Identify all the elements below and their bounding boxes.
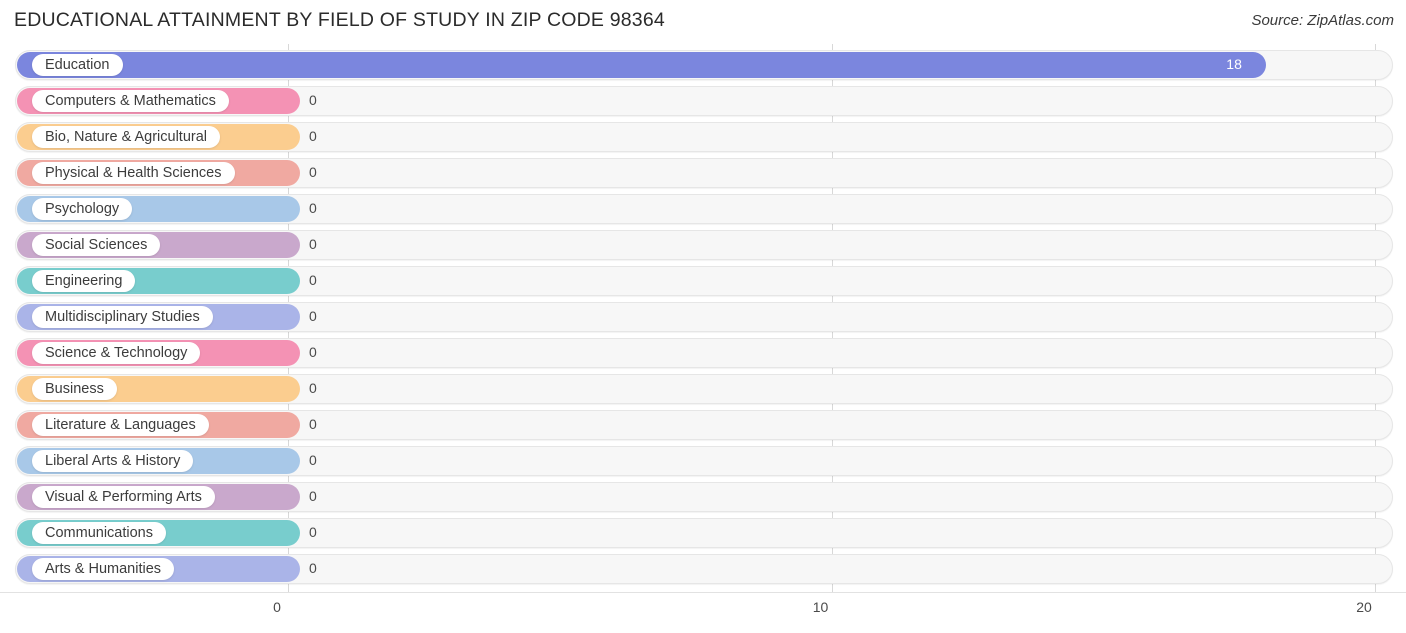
category-label: Physical & Health Sciences [32,162,235,184]
category-label: Liberal Arts & History [32,450,194,472]
chart-row: Education 18 [0,50,1406,80]
category-label: Computers & Mathematics [32,90,229,112]
x-axis: 0 10 20 [0,592,1406,633]
chart-row: Science & Technology 0 [0,338,1406,368]
bar-value-label: 0 [309,488,317,504]
category-label: Literature & Languages [32,414,209,436]
bar-value-label: 0 [309,164,317,180]
x-tick-label: 0 [273,599,281,615]
category-label: Engineering [32,270,136,292]
chart-row: Multidisciplinary Studies 0 [0,302,1406,332]
bar-value-label: 0 [309,128,317,144]
chart-header: EDUCATIONAL ATTAINMENT BY FIELD OF STUDY… [0,0,1406,42]
bar-value-label: 0 [309,416,317,432]
bar-value-label: 0 [309,272,317,288]
bar-value-label: 0 [309,380,317,396]
category-label: Education [32,54,123,76]
bar-value-label: 0 [309,92,317,108]
bar-value-label: 0 [309,560,317,576]
bar-value-label: 0 [309,452,317,468]
chart-row: Literature & Languages 0 [0,410,1406,440]
page-title: EDUCATIONAL ATTAINMENT BY FIELD OF STUDY… [14,9,665,31]
chart-row: Arts & Humanities 0 [0,554,1406,584]
chart-row: Engineering 0 [0,266,1406,296]
chart-row: Communications 0 [0,518,1406,548]
x-tick-label: 20 [1356,599,1372,615]
chart-row: Bio, Nature & Agricultural 0 [0,122,1406,152]
chart-row: Liberal Arts & History 0 [0,446,1406,476]
category-label: Arts & Humanities [32,558,175,580]
bar-value-label: 0 [309,308,317,324]
category-label: Psychology [32,198,133,220]
chart-row: Computers & Mathematics 0 [0,86,1406,116]
category-label: Science & Technology [32,342,201,364]
chart-row: Physical & Health Sciences 0 [0,158,1406,188]
chart-plot-area: Education 18 Computers & Mathematics 0 Bio, … [0,44,1406,592]
bar-value-label: 0 [309,524,317,540]
category-label: Communications [32,522,166,544]
chart-row: Social Sciences 0 [0,230,1406,260]
chart-row: Visual & Performing Arts 0 [0,482,1406,512]
chart-row: Business 0 [0,374,1406,404]
value-bar [17,52,1267,78]
category-label: Business [32,378,117,400]
bar-value-label: 0 [309,200,317,216]
bar-value-label: 0 [309,344,317,360]
bar-value-label: 18 [1226,56,1242,72]
category-label: Bio, Nature & Agricultural [32,126,220,148]
source-attribution: Source: ZipAtlas.com [1251,12,1394,29]
category-label: Social Sciences [32,234,161,256]
category-label: Visual & Performing Arts [32,486,215,508]
bar-value-label: 0 [309,236,317,252]
chart-row: Psychology 0 [0,194,1406,224]
x-tick-label: 10 [812,599,829,615]
category-label: Multidisciplinary Studies [32,306,213,328]
